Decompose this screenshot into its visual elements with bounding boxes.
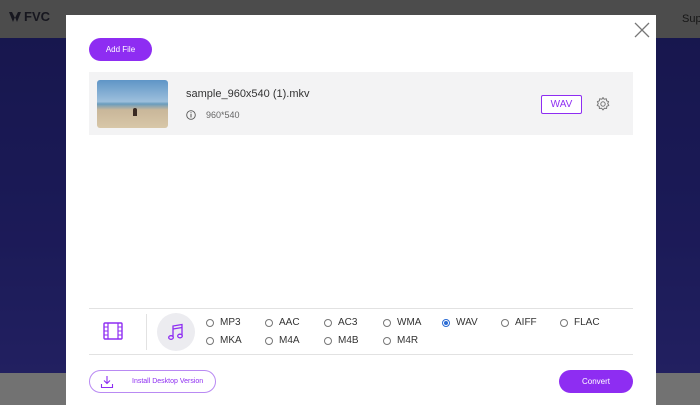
radio-button[interactable] — [560, 318, 568, 327]
file-resolution: 960*540 — [206, 110, 240, 120]
file-list-item: sample_960x540 (1).mkv 960*540 WAV — [89, 72, 633, 135]
format-selector: MP3 AAC AC3 WMA WAV AIFF FLAC MKA M4A M4… — [89, 308, 633, 355]
install-desktop-button[interactable]: Install Desktop Version — [89, 370, 216, 393]
file-name: sample_960x540 (1).mkv — [186, 88, 310, 100]
music-icon — [168, 323, 183, 340]
radio-button[interactable] — [265, 336, 273, 345]
format-option-m4a[interactable]: M4A — [265, 335, 300, 346]
radio-button[interactable] — [383, 336, 391, 345]
format-option-ac3[interactable]: AC3 — [324, 317, 357, 328]
format-label: M4B — [338, 335, 359, 346]
format-label: MP3 — [220, 317, 241, 328]
format-option-aac[interactable]: AAC — [265, 317, 300, 328]
tab-divider — [146, 314, 147, 350]
audio-format-tab[interactable] — [157, 313, 195, 351]
radio-button[interactable] — [265, 318, 273, 327]
format-option-mp3[interactable]: MP3 — [206, 317, 241, 328]
output-format-badge[interactable]: WAV — [541, 95, 582, 114]
format-option-flac[interactable]: FLAC — [560, 317, 600, 328]
format-label: AC3 — [338, 317, 358, 328]
add-file-button[interactable]: Add File — [89, 38, 152, 61]
radio-button[interactable] — [206, 336, 214, 345]
format-option-aiff[interactable]: AIFF — [501, 317, 537, 328]
video-thumbnail — [97, 80, 168, 128]
download-icon — [100, 376, 114, 389]
radio-button-selected[interactable] — [442, 318, 450, 327]
video-format-tab[interactable] — [99, 317, 127, 345]
format-label: M4R — [397, 335, 419, 346]
format-label: FLAC — [574, 317, 600, 328]
format-label: WMA — [397, 317, 422, 328]
converter-modal: Add File sample_960x540 (1).mkv 960*540 … — [66, 15, 656, 405]
install-desktop-label: Install Desktop Version — [132, 378, 204, 385]
format-option-m4b[interactable]: M4B — [324, 335, 359, 346]
radio-button[interactable] — [501, 318, 509, 327]
radio-button[interactable] — [206, 318, 214, 327]
close-icon[interactable] — [633, 21, 651, 39]
radio-button[interactable] — [324, 318, 332, 327]
format-option-wav[interactable]: WAV — [442, 317, 478, 328]
thumbnail-figure — [133, 108, 137, 116]
format-option-m4r[interactable]: M4R — [383, 335, 418, 346]
info-icon[interactable] — [186, 110, 196, 120]
format-label: AIFF — [515, 317, 537, 328]
settings-icon[interactable] — [595, 96, 611, 112]
convert-button[interactable]: Convert — [559, 370, 633, 393]
format-option-mka[interactable]: MKA — [206, 335, 242, 346]
video-icon — [103, 322, 123, 340]
format-label: M4A — [279, 335, 300, 346]
radio-button[interactable] — [383, 318, 391, 327]
radio-button[interactable] — [324, 336, 332, 345]
format-label: AAC — [279, 317, 300, 328]
format-option-wma[interactable]: WMA — [383, 317, 421, 328]
format-label: MKA — [220, 335, 242, 346]
format-label: WAV — [456, 317, 478, 328]
